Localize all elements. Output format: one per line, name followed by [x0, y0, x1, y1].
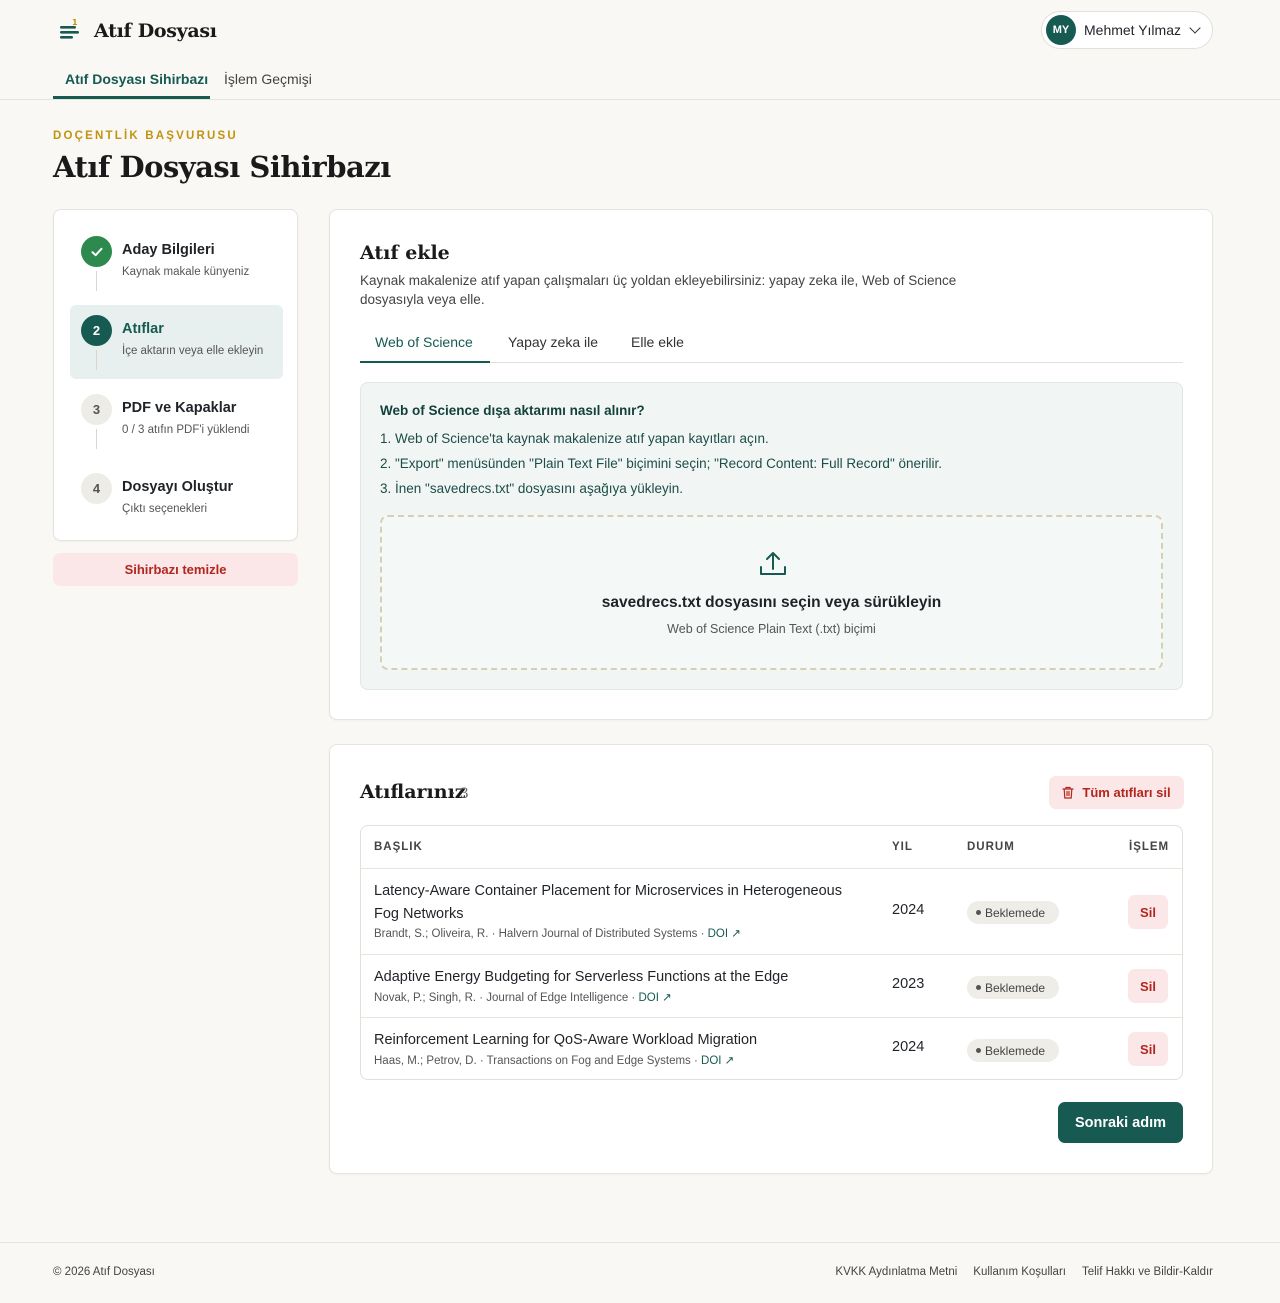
upload-icon [758, 549, 788, 579]
step-subtitle: İçe aktarın veya elle ekleyin [122, 345, 264, 357]
citations-table: BAŞLIK YIL DURUM İŞLEM Latency-Aware Con… [360, 825, 1183, 1080]
citations-title: Atıflarınız [360, 781, 466, 803]
add-citation-card: Atıf ekle Kaynak makalenize atıf yapan ç… [329, 209, 1213, 720]
doi-link[interactable]: DOI ↗ [708, 928, 741, 940]
active-tab-indicator [360, 361, 490, 363]
step-subtitle: 0 / 3 atıfın PDF'i yüklendi [122, 424, 250, 436]
citations-card: Atıflarınız · 3 Tüm atıfları sil BAŞLIK … [329, 744, 1213, 1174]
dropzone-subtitle: Web of Science Plain Text (.txt) biçimi [667, 622, 876, 636]
step-number: 2 [81, 315, 112, 346]
dropzone-title: savedrecs.txt dosyasını seçin veya sürük… [601, 594, 942, 611]
step-number: 4 [81, 473, 112, 504]
tab-wizard[interactable]: Atıf Dosyası Sihirbazı [65, 71, 208, 87]
citation-year: 2024 [892, 1039, 925, 1055]
delete-all-button[interactable]: Tüm atıfları sil [1049, 776, 1184, 809]
instruction-step: 2. "Export" menüsünden "Plain Text File"… [380, 456, 943, 471]
step-candidate-info[interactable]: Aday Bilgileri Kaynak makale künyeniz [70, 226, 283, 300]
step-title: Dosyayı Oluştur [122, 479, 234, 495]
citation-title: Adaptive Energy Budgeting for Serverless… [374, 969, 789, 985]
instruction-step: 1. Web of Science'ta kaynak makalenize a… [380, 431, 769, 446]
status-dot-icon [976, 985, 981, 990]
status-label: Beklemede [985, 905, 1046, 920]
table-row: Reinforcement Learning for QoS-Aware Wor… [361, 1017, 1182, 1079]
page-eyebrow: DOÇENTLİK BAŞVURUSU [53, 130, 238, 142]
user-menu[interactable]: MY Mehmet Yılmaz [1041, 11, 1213, 49]
citation-title: Reinforcement Learning for QoS-Aware Wor… [374, 1032, 758, 1048]
citation-meta: Novak, P.; Singh, R. · Journal of Edge I… [374, 990, 672, 1004]
clear-wizard-button[interactable]: Sihirbazı temizle [53, 553, 298, 586]
check-icon [81, 236, 112, 267]
footer-link-terms[interactable]: Kullanım Koşulları [973, 1266, 1066, 1278]
tab-history[interactable]: İşlem Geçmişi [224, 71, 312, 87]
citation-authors-journal: Brandt, S.; Oliveira, R. · Halvern Journ… [374, 928, 708, 940]
step-pdf-covers[interactable]: 3 PDF ve Kapaklar 0 / 3 atıfın PDF'i yük… [70, 384, 283, 458]
chevron-down-icon [1189, 22, 1201, 34]
page-footer: © 2026 Atıf Dosyası KVKK Aydınlatma Metn… [0, 1242, 1280, 1303]
column-header-action: İŞLEM [1129, 841, 1170, 853]
citation-year: 2023 [892, 976, 925, 992]
footer-links: KVKK Aydınlatma Metni Kullanım Koşulları… [835, 1266, 1213, 1278]
doi-link[interactable]: DOI ↗ [701, 1055, 734, 1067]
citation-authors-journal: Novak, P.; Singh, R. · Journal of Edge I… [374, 992, 639, 1004]
step-citations[interactable]: 2 Atıflar İçe aktarın veya elle ekleyin [70, 305, 283, 379]
step-connector [96, 429, 97, 449]
wos-instructions: Web of Science dışa aktarımı nasıl alını… [360, 382, 1183, 690]
step-title: PDF ve Kapaklar [122, 400, 237, 416]
citation-meta: Brandt, S.; Oliveira, R. · Halvern Journ… [374, 926, 741, 940]
step-create-file[interactable]: 4 Dosyayı Oluştur Çıktı seçenekleri [70, 463, 283, 537]
step-subtitle: Çıktı seçenekleri [122, 503, 208, 515]
tab-manual[interactable]: Elle ekle [631, 334, 684, 350]
trash-icon [1062, 786, 1075, 799]
card-description: Kaynak makalenize atıf yapan çalışmaları… [360, 273, 957, 307]
citation-title: Latency-Aware Container Placement for Mi… [374, 883, 842, 922]
file-dropzone[interactable]: savedrecs.txt dosyasını seçin veya sürük… [380, 515, 1163, 670]
footer-link-copyright[interactable]: Telif Hakkı ve Bildir-Kaldır [1082, 1266, 1213, 1278]
step-number: 3 [81, 394, 112, 425]
status-badge: Beklemede [967, 901, 1059, 924]
instructions-title: Web of Science dışa aktarımı nasıl alını… [380, 403, 645, 418]
tab-ai[interactable]: Yapay zeka ile [508, 334, 598, 350]
status-badge: Beklemede [967, 976, 1059, 999]
svg-text:1: 1 [72, 18, 78, 27]
wizard-stepper: Aday Bilgileri Kaynak makale künyeniz 2 … [53, 209, 298, 541]
delete-all-label: Tüm atıfları sil [1082, 785, 1171, 800]
column-header-status: DURUM [967, 841, 1015, 853]
step-subtitle: Kaynak makale künyeniz [122, 266, 250, 278]
app-title: Atıf Dosyası [94, 20, 217, 42]
step-connector [96, 271, 97, 291]
top-header: 1 Atıf Dosyası MY Mehmet Yılmaz Atıf Dos… [0, 0, 1280, 100]
logo-icon: 1 [56, 18, 82, 44]
citation-authors-journal: Haas, M.; Petrov, D. · Transactions on F… [374, 1055, 702, 1067]
citation-meta: Haas, M.; Petrov, D. · Transactions on F… [374, 1053, 734, 1067]
column-header-year: YIL [892, 841, 913, 853]
avatar: MY [1046, 15, 1076, 45]
app-logo[interactable]: 1 Atıf Dosyası [56, 18, 217, 44]
status-badge: Beklemede [967, 1039, 1059, 1062]
delete-row-button[interactable]: Sil [1128, 969, 1168, 1003]
step-connector [96, 350, 97, 370]
tab-web-of-science[interactable]: Web of Science [375, 334, 473, 350]
active-tab-indicator [53, 96, 210, 99]
doi-link[interactable]: DOI ↗ [638, 992, 671, 1004]
citation-year: 2024 [892, 902, 925, 918]
step-title: Aday Bilgileri [122, 242, 215, 258]
status-dot-icon [976, 1048, 981, 1053]
step-title: Atıflar [122, 321, 164, 337]
delete-row-button[interactable]: Sil [1128, 895, 1168, 929]
table-row: Adaptive Energy Budgeting for Serverless… [361, 954, 1182, 1017]
user-name: Mehmet Yılmaz [1084, 22, 1181, 38]
card-title: Atıf ekle [360, 242, 450, 264]
next-step-button[interactable]: Sonraki adım [1058, 1102, 1183, 1143]
delete-row-button[interactable]: Sil [1128, 1032, 1168, 1066]
status-label: Beklemede [985, 980, 1046, 995]
instruction-step: 3. İnen "savedrecs.txt" dosyasını aşağıy… [380, 481, 683, 496]
page-title: Atıf Dosyası Sihirbazı [53, 150, 391, 184]
status-dot-icon [976, 910, 981, 915]
citations-count: · 3 [451, 786, 469, 802]
column-header-title: BAŞLIK [374, 841, 423, 853]
table-row: Latency-Aware Container Placement for Mi… [361, 868, 1182, 954]
copyright: © 2026 Atıf Dosyası [53, 1266, 155, 1278]
status-label: Beklemede [985, 1043, 1046, 1058]
footer-link-kvkk[interactable]: KVKK Aydınlatma Metni [835, 1266, 957, 1278]
